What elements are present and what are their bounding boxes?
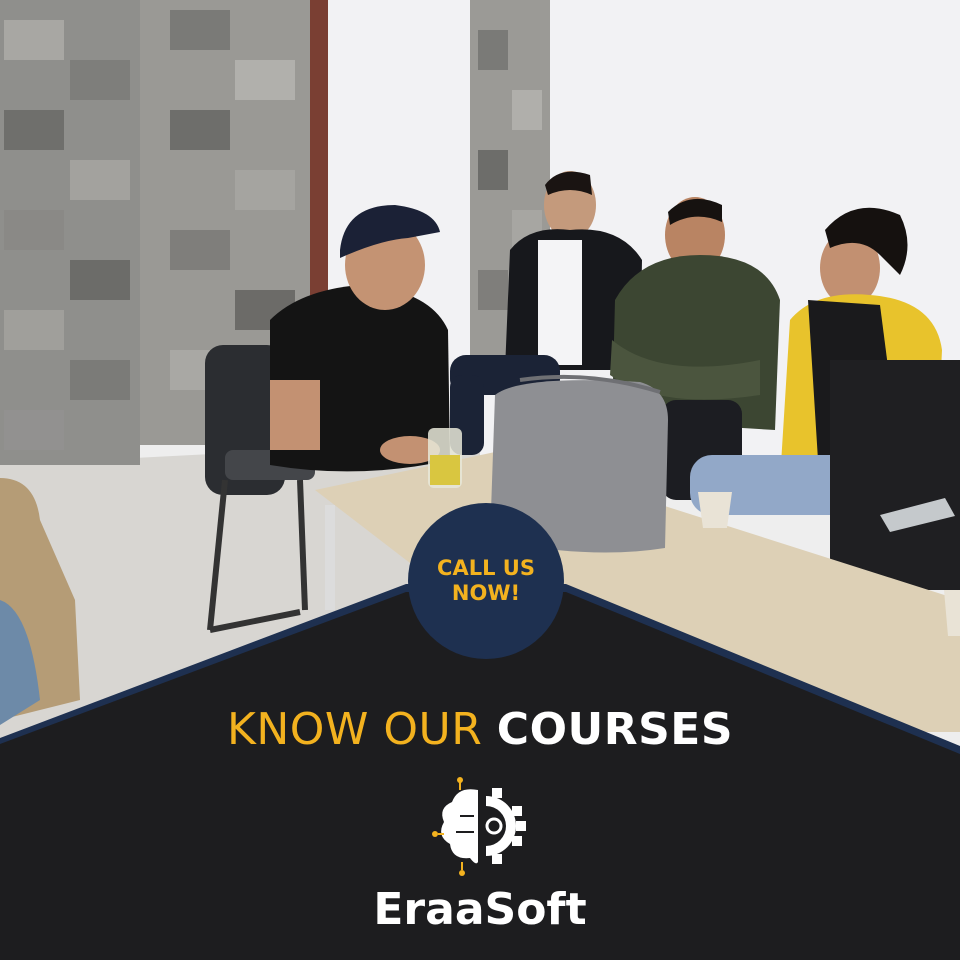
cta-line-2: NOW! xyxy=(451,581,521,605)
cta-line-1: CALL US xyxy=(437,556,535,580)
promo-banner: CALL US NOW! KNOW OUR COURSES EraaSoft xyxy=(0,0,960,960)
brand-logo-text: EraaSoft xyxy=(373,884,587,935)
wood-panel-left xyxy=(0,0,140,465)
headline-part-1: KNOW OUR xyxy=(226,704,483,755)
call-us-now-button[interactable]: CALL US NOW! xyxy=(408,503,564,659)
office-photo xyxy=(0,0,960,960)
paper-cup xyxy=(698,492,732,528)
headline-part-2: COURSES xyxy=(496,704,734,755)
headline: KNOW OUR COURSES xyxy=(0,700,960,760)
